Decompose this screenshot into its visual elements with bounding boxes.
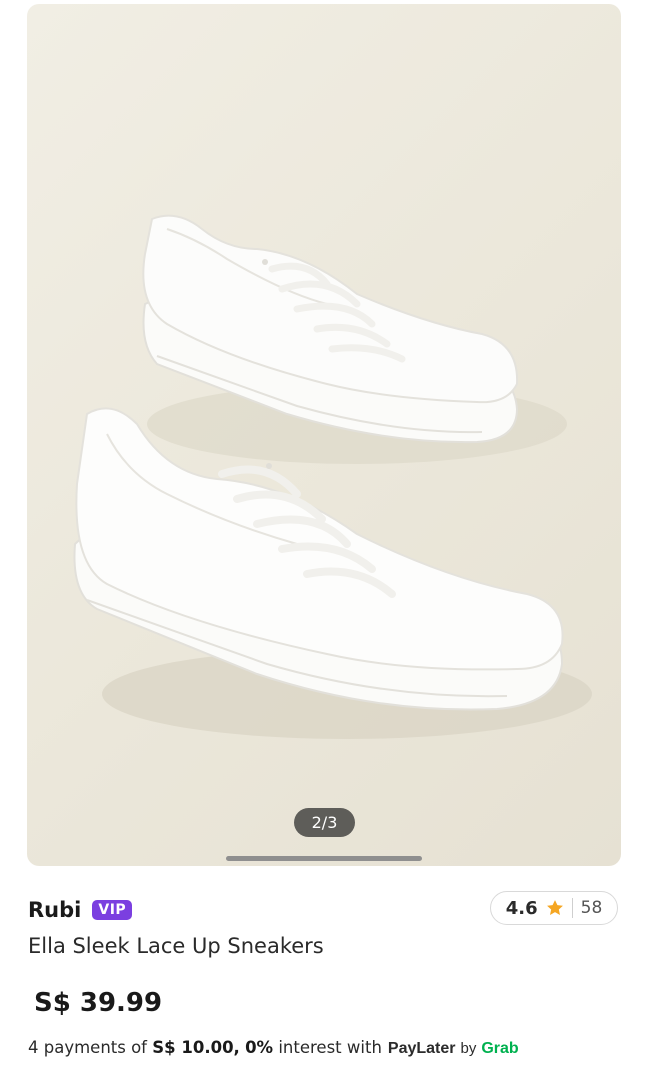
paylater-by-text: by [460, 1040, 477, 1057]
product-image-gallery[interactable]: 2/3 [27, 4, 621, 866]
seller-name[interactable]: Rubi [28, 898, 81, 922]
image-scroll-indicator [226, 856, 422, 861]
installment-amount: S$ 10.00, [152, 1038, 240, 1057]
image-page-indicator: 2/3 [294, 808, 355, 837]
rating-summary-button[interactable]: 4.6 58 [490, 891, 618, 925]
product-photo [73, 214, 592, 739]
installment-info[interactable]: 4 payments of S$ 10.00, 0% interest with… [28, 1038, 519, 1058]
installment-suffix: interest with [278, 1038, 382, 1057]
grab-logo: Grab [481, 1040, 519, 1057]
vip-badge: VIP [92, 900, 133, 920]
rating-divider [571, 898, 573, 918]
product-price: S$ 39.99 [34, 988, 163, 1018]
rating-count: 58 [580, 898, 603, 918]
rating-score: 4.6 [505, 897, 538, 919]
installment-prefix: 4 payments of [28, 1038, 147, 1057]
star-icon [546, 900, 563, 915]
product-title: Ella Sleek Lace Up Sneakers [28, 934, 324, 958]
paylater-logo: PayLater [387, 1040, 456, 1057]
installment-interest: 0% [245, 1038, 274, 1057]
seller-row[interactable]: Rubi VIP [28, 893, 133, 927]
